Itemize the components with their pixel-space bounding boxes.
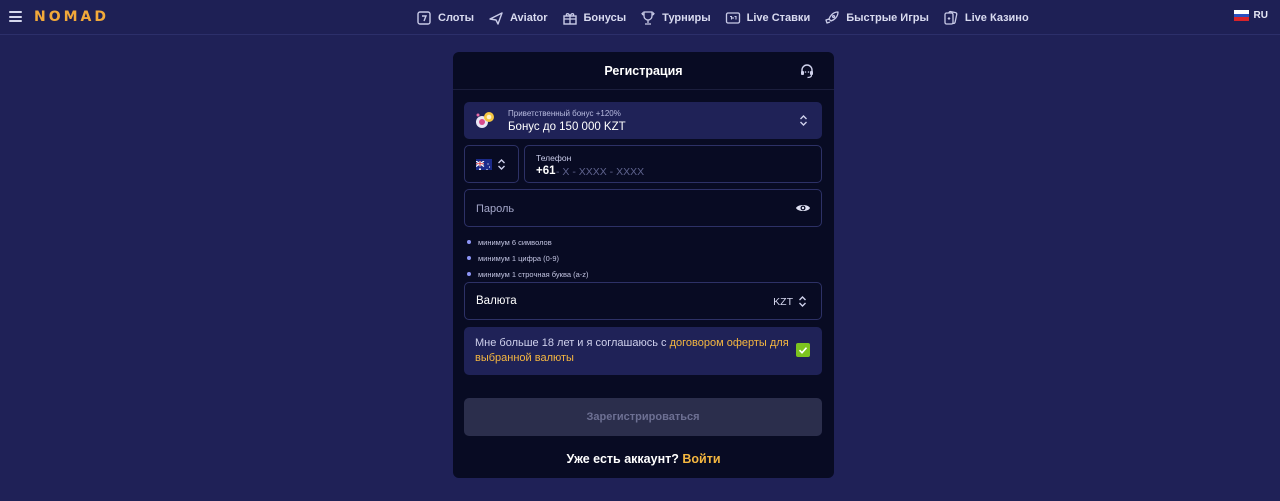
consent-text: Мне больше 18 лет и я соглашаюсь с догов…	[475, 337, 789, 364]
trophy-icon	[641, 10, 655, 25]
menu-icon[interactable]	[9, 11, 22, 22]
slots-icon	[417, 10, 431, 25]
logo[interactable]: NOMAD	[34, 9, 109, 25]
nav-item-label: Слоты	[438, 11, 475, 24]
list-item: минимум 6 символов	[467, 234, 589, 250]
list-item: минимум 1 цифра (0-9)	[467, 250, 589, 266]
nav-item-slots[interactable]: Слоты	[416, 10, 474, 26]
phone-label: Телефон	[536, 153, 572, 163]
eye-icon[interactable]	[795, 202, 811, 214]
bonus-value: Бонус до 150 000 KZT	[508, 121, 626, 133]
password-input[interactable]: Пароль	[464, 189, 822, 227]
rocket-icon	[825, 10, 839, 24]
nav-item-label: Aviator	[510, 11, 548, 24]
currency-value: KZT	[773, 296, 793, 308]
nav-item-aviator[interactable]: Aviator	[488, 10, 548, 26]
nav-item-fast-games[interactable]: Быстрые Игры	[824, 10, 929, 26]
terms-consent: Мне больше 18 лет и я соглашаюсь с догов…	[464, 327, 822, 375]
login-prompt: Уже есть аккаунт? Войти	[453, 452, 834, 466]
chevron-up-down-icon	[800, 115, 807, 126]
page-title: Регистрация	[604, 63, 683, 78]
nav-item-label: Live Ставки	[746, 11, 811, 24]
main-nav: Слоты Aviator Бонусы Турниры Live Ставки…	[416, 0, 1043, 35]
casino-chips-icon	[476, 112, 494, 128]
bonus-selector[interactable]: Приветственный бонус +120% Бонус до 150 …	[464, 102, 822, 139]
phone-mask-placeholder: - X - XXXX - XXXX	[556, 166, 645, 178]
nav-item-live-bets[interactable]: Live Ставки	[725, 10, 811, 26]
nav-item-label: Бонусы	[583, 11, 627, 24]
password-rules: минимум 6 символов минимум 1 цифра (0-9)…	[467, 234, 589, 282]
currency-select[interactable]: Валюта KZT	[464, 282, 822, 320]
cards-icon	[944, 10, 958, 25]
chevron-up-down-icon	[498, 159, 505, 170]
nav-item-label: Live Казино	[964, 11, 1029, 24]
top-navbar: NOMAD Слоты Aviator Бонусы Турниры Live …	[0, 0, 1280, 35]
phone-input[interactable]: Телефон +61 - X - XXXX - XXXX	[524, 145, 822, 183]
nav-item-live-casino[interactable]: Live Казино	[943, 10, 1029, 26]
russia-flag-icon	[1233, 10, 1249, 22]
country-code-select[interactable]	[464, 145, 519, 183]
nav-item-tournaments[interactable]: Турниры	[640, 10, 711, 26]
list-item: минимум 1 строчная буква (a-z)	[467, 266, 589, 282]
checkmark-icon	[798, 347, 808, 354]
register-button[interactable]: Зарегистрироваться	[464, 398, 822, 436]
plane-icon	[489, 11, 503, 25]
registration-card: Регистрация Приветственный бонус +120% Б…	[453, 52, 834, 478]
chevron-up-down-icon	[799, 296, 806, 307]
currency-label: Валюта	[476, 295, 517, 307]
password-placeholder: Пароль	[476, 203, 515, 215]
language-switcher[interactable]: RU	[1233, 10, 1268, 22]
consent-checkbox[interactable]	[796, 343, 810, 357]
support-headset-icon[interactable]	[799, 63, 815, 79]
nav-item-label: Быстрые Игры	[846, 11, 929, 24]
language-label: RU	[1253, 10, 1268, 21]
gift-icon	[562, 12, 577, 25]
bonus-subtitle: Приветственный бонус +120%	[508, 109, 621, 118]
australia-flag-icon	[476, 159, 492, 170]
live-bets-icon	[725, 11, 740, 24]
phone-country-code: +61	[536, 165, 556, 177]
login-link[interactable]: Войти	[682, 452, 720, 466]
nav-item-bonuses[interactable]: Бонусы	[562, 10, 627, 26]
card-header: Регистрация	[453, 52, 834, 90]
login-question: Уже есть аккаунт?	[566, 452, 679, 466]
nav-item-label: Турниры	[662, 11, 711, 24]
